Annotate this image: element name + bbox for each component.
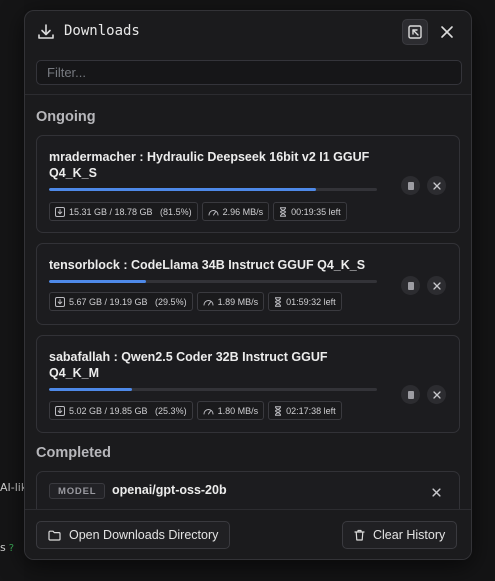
open-downloads-directory-button[interactable]: Open Downloads Directory: [36, 521, 231, 549]
download-name: sabafallah : Qwen2.5 Coder 32B Instruct …: [49, 350, 328, 380]
close-icon: [441, 26, 453, 38]
download-card: tensorblock : CodeLlama 34B Instruct GGU…: [36, 243, 460, 325]
size-chip: 5.02 GB / 19.85 GB (25.3%): [49, 401, 193, 420]
trash-icon: [354, 529, 365, 541]
eta-text: 02:17:38 left: [286, 405, 336, 416]
close-button[interactable]: [434, 19, 460, 45]
folder-icon: [48, 530, 61, 541]
divider: [25, 94, 471, 95]
download-card: sabafallah : Qwen2.5 Coder 32B Instruct …: [36, 335, 460, 433]
size-text: 15.31 GB / 18.78 GB (81.5%): [69, 206, 192, 217]
size-text: 5.67 GB / 19.19 GB (29.5%): [69, 296, 187, 307]
help-icon: ?: [8, 543, 15, 554]
cancel-button[interactable]: [427, 276, 446, 295]
pause-icon: [407, 181, 414, 190]
close-icon: [432, 281, 441, 290]
pause-button[interactable]: [401, 276, 420, 295]
hourglass-icon: [280, 206, 287, 217]
clear-history-button[interactable]: Clear History: [342, 521, 458, 549]
pause-icon: [407, 281, 414, 290]
hourglass-icon: [275, 296, 282, 307]
download-stats: 5.67 GB / 19.19 GB (29.5%) 1.89 MB/s 01:…: [49, 292, 342, 311]
pause-button[interactable]: [401, 176, 420, 195]
speed-chip: 1.80 MB/s: [196, 401, 265, 420]
eta-text: 01:59:32 left: [286, 296, 336, 307]
filter-input[interactable]: [36, 60, 462, 85]
pause-button[interactable]: [401, 385, 420, 404]
completed-name: openai/gpt-oss-20b: [112, 483, 227, 497]
progress-bar: [49, 280, 377, 283]
eta-chip: 01:59:32 left: [268, 292, 342, 311]
cancel-button[interactable]: [427, 176, 446, 195]
download-small-icon: [55, 405, 65, 416]
panel-header: Downloads: [25, 11, 471, 53]
eta-chip: 00:19:35 left: [273, 202, 347, 221]
download-small-icon: [55, 206, 65, 217]
expand-icon: [408, 25, 422, 39]
remove-button[interactable]: [427, 483, 446, 502]
open-dir-label: Open Downloads Directory: [69, 528, 219, 542]
model-badge: MODEL: [49, 483, 106, 499]
size-chip: 5.67 GB / 19.19 GB (29.5%): [49, 292, 193, 311]
close-icon: [432, 488, 441, 497]
eta-text: 00:19:35 left: [291, 206, 341, 217]
speed-chip: 2.96 MB/s: [201, 202, 270, 221]
downloads-panel: Downloads Ongoing mradermacher : Hydraul…: [24, 10, 472, 560]
download-small-icon: [55, 296, 65, 307]
download-name: mradermacher : Hydraulic Deepseek 16bit …: [49, 150, 370, 180]
section-title-completed: Completed: [36, 445, 111, 461]
progress-fill: [49, 188, 317, 191]
close-icon: [432, 390, 441, 399]
size-chip: 15.31 GB / 18.78 GB (81.5%): [49, 202, 198, 221]
hourglass-icon: [275, 405, 282, 416]
speedometer-icon: [203, 299, 214, 305]
expand-button[interactable]: [402, 19, 428, 45]
clear-history-label: Clear History: [373, 528, 446, 542]
close-icon: [432, 181, 441, 190]
speed-chip: 1.89 MB/s: [196, 292, 265, 311]
section-title-ongoing: Ongoing: [36, 109, 96, 125]
background-text-fragment-2: s?: [0, 541, 15, 554]
panel-footer: Open Downloads Directory Clear History: [25, 509, 471, 559]
download-name: tensorblock : CodeLlama 34B Instruct GGU…: [49, 258, 366, 272]
download-stats: 5.02 GB / 19.85 GB (25.3%) 1.80 MB/s 02:…: [49, 401, 342, 420]
speed-text: 1.80 MB/s: [217, 405, 259, 416]
progress-fill: [49, 280, 146, 283]
speed-text: 1.89 MB/s: [217, 296, 259, 307]
speedometer-icon: [208, 209, 219, 215]
download-card: mradermacher : Hydraulic Deepseek 16bit …: [36, 135, 460, 233]
speedometer-icon: [203, 408, 214, 414]
cancel-button[interactable]: [427, 385, 446, 404]
progress-bar: [49, 188, 377, 191]
pause-icon: [407, 390, 414, 399]
speed-text: 2.96 MB/s: [222, 206, 264, 217]
download-stats: 15.31 GB / 18.78 GB (81.5%) 2.96 MB/s 00…: [49, 202, 347, 221]
progress-bar: [49, 388, 377, 391]
eta-chip: 02:17:38 left: [268, 401, 342, 420]
download-icon: [38, 24, 54, 39]
size-text: 5.02 GB / 19.85 GB (25.3%): [69, 405, 187, 416]
progress-fill: [49, 388, 132, 391]
panel-title: Downloads: [64, 23, 140, 39]
